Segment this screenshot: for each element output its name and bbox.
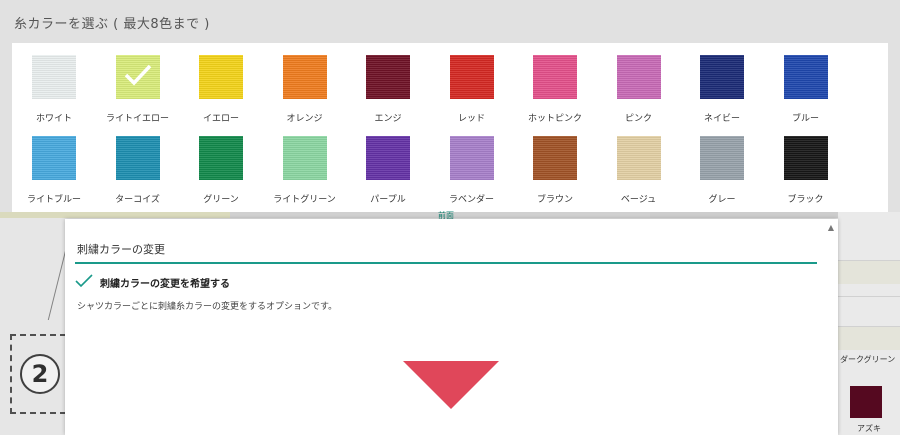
thread-color-section: 糸カラーを選ぶ ( 最大8色まで ) ホワイト ライトイエロー イエロー オレンジ エン… (0, 0, 900, 212)
thread-spool-icon[interactable] (366, 136, 410, 180)
color-label: ネイビー (703, 114, 740, 124)
thread-spool-icon[interactable] (115, 55, 160, 99)
color-label: グレー (708, 195, 736, 205)
thread-spool-icon[interactable] (700, 55, 744, 99)
color-label: ライトブルー (26, 195, 81, 205)
color-label: レッド (457, 114, 485, 124)
thread-spool-icon[interactable] (616, 136, 661, 180)
title-divider (75, 262, 817, 264)
color-swatch[interactable]: レッド (430, 55, 514, 124)
thread-spool-icon[interactable] (282, 136, 327, 180)
color-label: イエロー (203, 114, 239, 124)
color-swatch[interactable]: グレー (680, 136, 764, 205)
selected-check-icon (124, 64, 151, 86)
thread-spool-icon[interactable] (199, 55, 243, 99)
color-label: エンジ (374, 114, 402, 124)
color-label: グリーン (203, 195, 239, 205)
color-swatch[interactable]: ホットピンク (513, 55, 597, 124)
color-label: ベージュ (620, 195, 657, 205)
color-swatch[interactable]: パープル (346, 136, 430, 205)
color-swatch[interactable]: イエロー (179, 55, 263, 124)
thread-spool-icon[interactable] (32, 55, 76, 99)
color-swatch[interactable]: ターコイズ (96, 136, 180, 205)
option-description: シャツカラーごとに刺繍糸カラーの変更をするオプションです。 (77, 302, 338, 312)
color-swatch[interactable]: ピンク (597, 55, 681, 124)
color-label: パープル (370, 195, 406, 205)
color-swatch[interactable]: オレンジ (263, 55, 347, 124)
color-swatch[interactable]: エンジ (346, 55, 430, 124)
thread-spool-icon[interactable] (533, 55, 577, 99)
thread-spool-icon[interactable] (449, 55, 494, 99)
color-label: ホットピンク (527, 114, 582, 124)
thread-spool-icon[interactable] (700, 136, 744, 180)
color-swatch[interactable]: ベージュ (597, 136, 681, 205)
color-label: ピンク (624, 114, 652, 124)
color-swatch[interactable]: ライトイエロー (96, 55, 180, 124)
color-swatch[interactable]: ブラック (764, 136, 848, 205)
embroidery-color-modal: ▲ 刺繍カラーの変更 刺繍カラーの変更を希望する シャツカラーごとに刺繍糸カラー… (65, 219, 838, 435)
thread-spool-icon[interactable] (199, 136, 243, 180)
thread-spool-icon[interactable] (449, 136, 494, 180)
thread-spool-icon[interactable] (783, 55, 828, 99)
color-swatch[interactable]: ブルー (764, 55, 848, 124)
thread-spool-icon[interactable] (282, 55, 327, 99)
change-color-option[interactable]: 刺繍カラーの変更を希望する (100, 275, 230, 290)
color-label: ブルー (791, 114, 819, 124)
color-swatch[interactable]: ホワイト (12, 55, 96, 124)
color-label: ホワイト (35, 114, 72, 124)
color-label: ブラウン (536, 195, 573, 205)
thread-spool-icon[interactable] (783, 136, 828, 180)
color-swatch[interactable]: ラベンダー (430, 136, 514, 205)
thread-spool-icon[interactable] (616, 55, 661, 99)
section-title: 糸カラーを選ぶ ( 最大8色まで ) (14, 17, 210, 32)
color-swatch[interactable]: ブラウン (513, 136, 597, 205)
color-swatch[interactable]: グリーン (179, 136, 263, 205)
color-label: ブラック (787, 195, 824, 205)
color-label: ライトイエロー (106, 114, 169, 124)
color-label: ライトグリーン (273, 195, 336, 205)
color-swatch[interactable]: ネイビー (680, 55, 764, 124)
scroll-up-icon[interactable]: ▲ (828, 223, 834, 232)
modal-title: 刺繍カラーの変更 (77, 243, 165, 256)
thread-spool-icon[interactable] (115, 136, 160, 180)
color-swatch[interactable]: ライトグリーン (263, 136, 347, 205)
thread-spool-icon[interactable] (32, 136, 76, 180)
down-arrow-icon (403, 361, 499, 409)
color-label: オレンジ (286, 114, 323, 124)
color-label: ラベンダー (448, 195, 494, 205)
color-swatch[interactable]: ライトブルー (12, 136, 96, 205)
thread-spool-icon[interactable] (533, 136, 577, 180)
thread-color-grid: ホワイト ライトイエロー イエロー オレンジ エンジ レッド ホットピンク ピンク ネイビー ブル… (12, 43, 888, 212)
thread-spool-icon[interactable] (366, 55, 410, 99)
checkmark-icon[interactable] (75, 274, 93, 288)
color-label: ターコイズ (115, 195, 160, 205)
